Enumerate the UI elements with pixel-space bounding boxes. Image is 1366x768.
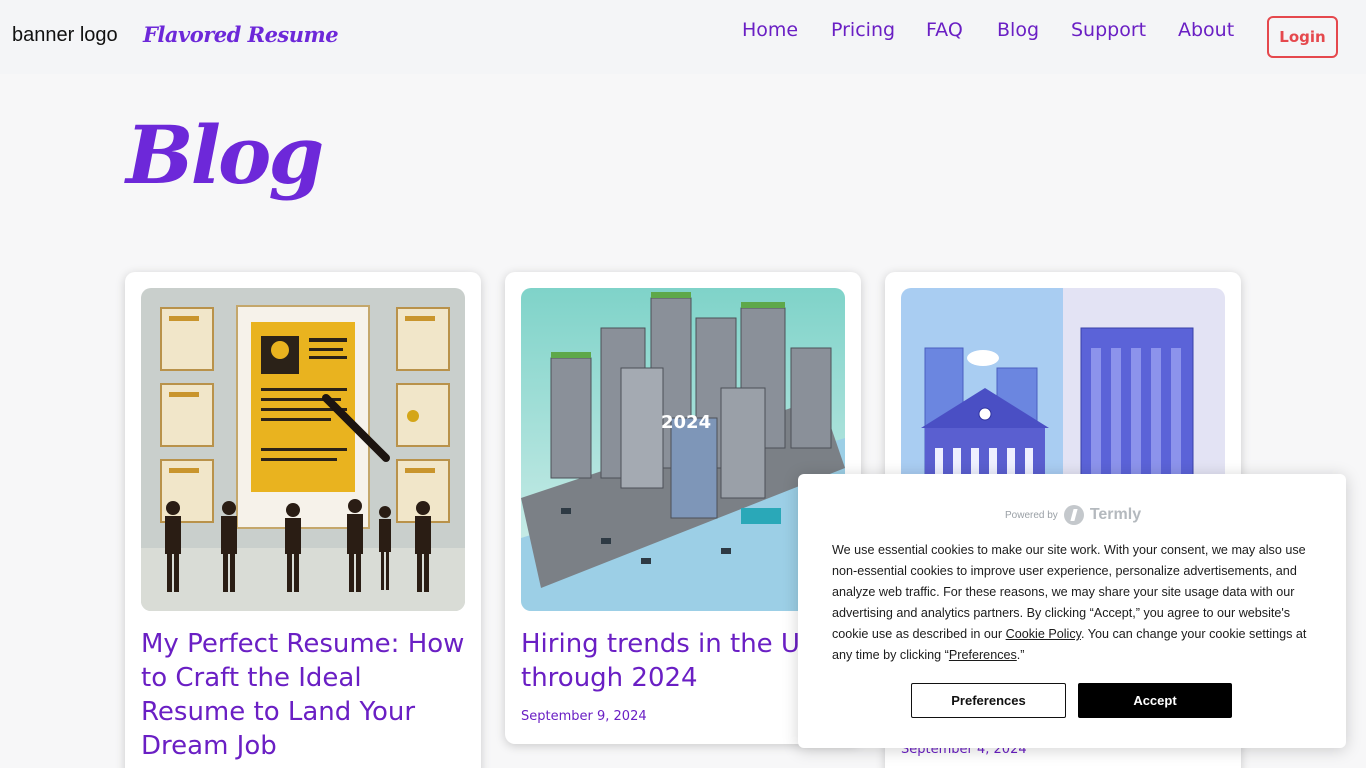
nav-about[interactable]: About: [1178, 19, 1234, 41]
powered-by-label: Powered by: [1005, 509, 1058, 521]
cookie-policy-link[interactable]: Cookie Policy: [1006, 627, 1081, 641]
cookie-text-part-3: .”: [1016, 648, 1025, 662]
cookie-message: We use essential cookies to make our sit…: [832, 540, 1312, 666]
termly-logo-icon: [1063, 505, 1084, 525]
brand-name[interactable]: Flavored Resume: [143, 22, 339, 47]
nav-home[interactable]: Home: [742, 19, 798, 41]
resume-illustration-icon[interactable]: [141, 288, 465, 611]
nav-faq[interactable]: FAQ: [926, 19, 963, 41]
nav-support[interactable]: Support: [1071, 19, 1146, 41]
nav-pricing[interactable]: Pricing: [831, 19, 895, 41]
blog-card[interactable]: My Perfect Resume: How to Craft the Idea…: [125, 272, 481, 768]
post-date: September 9, 2024: [521, 709, 647, 724]
post-title[interactable]: My Perfect Resume: How to Craft the Idea…: [141, 627, 471, 763]
svg-text:2024: 2024: [661, 412, 711, 433]
powered-by-termly[interactable]: Powered by Termly: [1005, 505, 1141, 525]
cookie-consent-banner: Powered by Termly We use essential cooki…: [798, 474, 1346, 748]
preferences-link[interactable]: Preferences: [949, 648, 1017, 662]
termly-wordmark: Termly: [1089, 506, 1142, 523]
logo-alt-text: banner logo: [12, 24, 118, 46]
page-title: Blog: [126, 108, 324, 202]
site-header: banner logo Flavored Resume Home Pricing…: [0, 0, 1366, 74]
accept-button[interactable]: Accept: [1078, 683, 1232, 718]
preferences-button[interactable]: Preferences: [911, 683, 1066, 718]
city-2024-illustration-icon[interactable]: 2024: [521, 288, 845, 611]
banner-logo[interactable]: banner logo: [12, 24, 118, 47]
login-button[interactable]: Login: [1267, 16, 1338, 58]
nav-blog[interactable]: Blog: [997, 19, 1039, 41]
